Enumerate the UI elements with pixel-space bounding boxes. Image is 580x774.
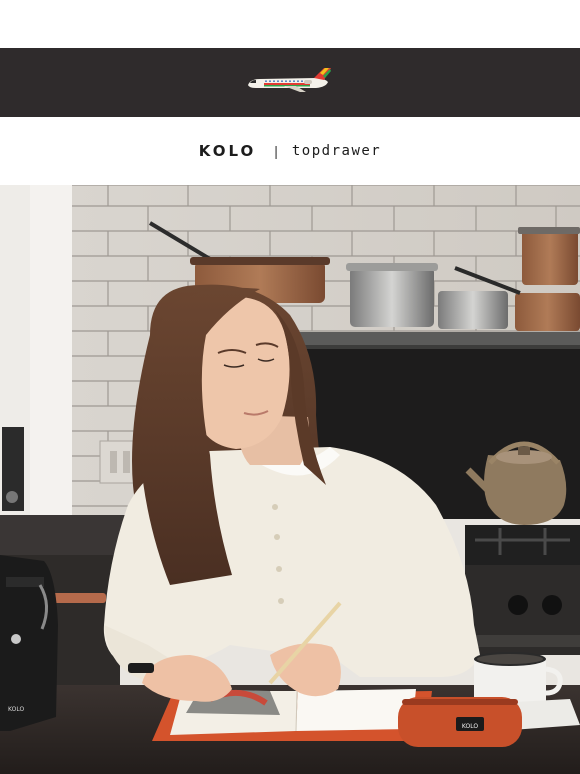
kolo-logo: KOLO <box>198 142 257 160</box>
brand-separator: | <box>274 143 278 159</box>
header-banner <box>0 48 580 117</box>
airplane-icon <box>244 66 336 99</box>
hero-image[interactable]: KOLO KOLO <box>0 185 580 774</box>
top-spacer <box>0 0 580 48</box>
pencil-case-label: KOLO <box>462 723 478 730</box>
bag-label: KOLO <box>8 706 24 713</box>
topdrawer-logo: topdrawer <box>291 143 382 159</box>
brand-logo-bar[interactable]: KOLO | topdrawer <box>0 117 580 185</box>
